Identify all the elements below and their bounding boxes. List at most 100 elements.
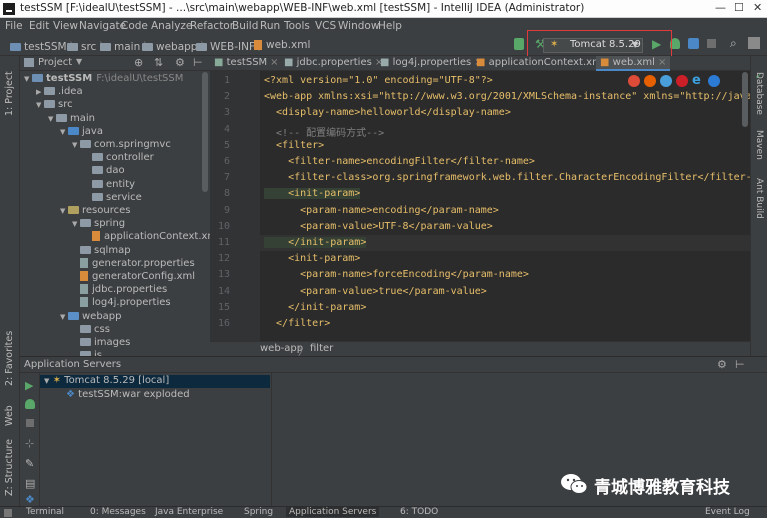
stop-icon[interactable] <box>26 419 34 427</box>
tool-tab-database[interactable]: Database <box>754 72 764 115</box>
gear-icon[interactable]: ⚙ <box>717 358 727 371</box>
debug-icon[interactable] <box>25 399 35 409</box>
tree-item-com-springmvc[interactable]: ▼ com.springmvc <box>72 139 171 152</box>
gear-icon[interactable]: ⚙ <box>175 56 185 69</box>
tree-item-applicationcontext-xml[interactable]: applicationContext.xml <box>84 231 220 244</box>
tree-item-testssm[interactable]: ▼ testSSM F:\idealU\testSSM <box>24 73 183 86</box>
ie-icon[interactable]: e <box>692 73 701 88</box>
safari-icon[interactable] <box>660 75 672 87</box>
tool-tab-ant-build[interactable]: Ant Build <box>754 178 764 219</box>
menu-build[interactable]: Build <box>232 20 258 32</box>
menu-code[interactable]: Code <box>121 20 148 32</box>
coverage-icon[interactable] <box>688 38 699 49</box>
tree-item--idea[interactable]: ▶ .idea <box>36 86 83 99</box>
tool-tab-web[interactable]: Web <box>4 405 15 426</box>
close-tab-icon[interactable]: × <box>270 57 278 68</box>
deploy-icon[interactable]: ⊹ <box>25 437 34 450</box>
tab-testssm[interactable]: ■ testSSM × <box>214 56 279 71</box>
tree-item-css[interactable]: css <box>72 324 110 337</box>
menu-run[interactable]: Run <box>260 20 280 32</box>
tree-item-entity[interactable]: entity <box>84 179 135 192</box>
tool-button-spring[interactable]: Spring <box>244 507 273 517</box>
tool-tab-project[interactable]: 1: Project <box>4 71 15 116</box>
edit-icon[interactable]: ✎ <box>25 457 34 470</box>
tree-item-images[interactable]: images <box>72 337 130 350</box>
tree-item-jdbc-properties[interactable]: jdbc.properties <box>72 284 167 297</box>
chevron-down-icon[interactable]: ▼ <box>76 57 82 66</box>
menu-view[interactable]: View <box>53 20 78 32</box>
chevron-down-icon[interactable]: ▼ <box>72 141 80 149</box>
chevron-down-icon[interactable]: ▼ <box>36 101 44 109</box>
stop-icon[interactable] <box>707 39 716 48</box>
tree-item-generator-properties[interactable]: generator.properties <box>72 257 195 271</box>
tree-item-webapp[interactable]: ▼ webapp <box>60 311 122 324</box>
hide-panel-icon[interactable]: ⊢ <box>735 358 745 371</box>
menu-window[interactable]: Window <box>338 20 379 32</box>
collapse-all-icon[interactable]: ⇅ <box>154 56 163 69</box>
tool-button-java-enterprise[interactable]: Java Enterprise <box>155 507 223 517</box>
project-structure-icon[interactable] <box>748 37 760 49</box>
firefox-icon[interactable] <box>644 75 656 87</box>
tree-item-src[interactable]: ▼ src <box>36 99 73 112</box>
tool-tab-structure[interactable]: Z: Structure <box>4 439 15 496</box>
menu-analyze[interactable]: Analyze <box>151 20 192 32</box>
tool-button-messages[interactable]: 0: Messages <box>90 507 146 517</box>
build-icon[interactable] <box>514 38 524 50</box>
close-icon[interactable]: ✕ <box>753 1 762 14</box>
tree-item-controller[interactable]: controller <box>84 152 154 165</box>
menu-tools[interactable]: Tools <box>284 20 310 32</box>
code-breadcrumb-web-app[interactable]: web-app <box>260 343 303 354</box>
project-view-selector[interactable]: Project <box>38 57 72 68</box>
chevron-down-icon[interactable]: ▼ <box>60 207 68 215</box>
chrome-icon[interactable] <box>628 75 640 87</box>
minimize-icon[interactable]: — <box>715 1 726 14</box>
tree-item-java[interactable]: ▼ java <box>60 126 103 139</box>
layout-icon[interactable]: ▤ <box>25 477 35 490</box>
tree-item-resources[interactable]: ▼ resources <box>60 205 130 218</box>
edge-icon[interactable] <box>708 75 720 87</box>
tool-tab-maven[interactable]: Maven <box>754 130 764 160</box>
tree-scrollbar[interactable] <box>202 72 208 192</box>
tool-button-application-servers[interactable]: Application Servers <box>286 507 380 517</box>
menu-help[interactable]: Help <box>378 20 402 32</box>
menu-file[interactable]: File <box>5 20 23 32</box>
menu-vcs[interactable]: VCS <box>315 20 336 32</box>
tree-item-spring[interactable]: ▼ spring <box>72 218 125 231</box>
tool-button-terminal[interactable]: Terminal <box>26 507 64 517</box>
maximize-icon[interactable]: ☐ <box>734 1 744 14</box>
tab-applicationcontext-xml[interactable]: ■ applicationContext.xml× <box>476 56 616 71</box>
breadcrumb-web-xml[interactable]: web.xml <box>254 39 310 51</box>
hide-panel-icon[interactable]: ⊢ <box>193 56 203 69</box>
scroll-from-source-icon[interactable]: ⊕ <box>134 56 143 69</box>
tool-button-todo[interactable]: 6: TODO <box>400 507 438 517</box>
chevron-down-icon[interactable]: ▼ <box>60 313 68 321</box>
close-tab-icon[interactable]: × <box>658 57 666 68</box>
menu-edit[interactable]: Edit <box>29 20 49 32</box>
menu-refactor[interactable]: Refactor <box>190 20 234 32</box>
server-item-artifact[interactable]: ❖ testSSM:war exploded <box>40 389 190 402</box>
tab-log4j-properties[interactable]: ■ log4j.properties × <box>380 56 483 71</box>
tree-item-main[interactable]: ▼ main <box>48 113 95 126</box>
tool-button-event-log[interactable]: Event Log <box>705 507 750 517</box>
opera-icon[interactable] <box>676 75 688 87</box>
tree-item-service[interactable]: service <box>84 192 142 205</box>
menu-navigate[interactable]: Navigate <box>79 20 126 32</box>
tool-tab-favorites[interactable]: 2: Favorites <box>4 331 15 386</box>
server-item-tomcat[interactable]: ▼ ✶ Tomcat 8.5.29 [local] <box>40 375 270 388</box>
chevron-down-icon[interactable]: ▼ <box>60 128 68 136</box>
chevron-right-icon[interactable]: ▶ <box>36 88 44 96</box>
tree-item-dao[interactable]: dao <box>84 165 125 178</box>
tab-jdbc-properties[interactable]: ■ jdbc.properties × <box>284 56 383 71</box>
code-breadcrumb-filter[interactable]: filter <box>310 343 333 354</box>
chevron-down-icon[interactable]: ▼ <box>72 220 80 228</box>
run-icon[interactable]: ▶ <box>25 379 33 392</box>
editor-scrollbar[interactable] <box>742 72 748 127</box>
tree-item-generatorconfig-xml[interactable]: generatorConfig.xml <box>72 271 195 284</box>
artifact-icon[interactable]: ❖ <box>25 493 35 506</box>
chevron-down-icon[interactable]: ▼ <box>48 115 56 123</box>
search-icon[interactable]: ⌕ <box>730 36 737 51</box>
tree-item-log4j-properties[interactable]: log4j.properties <box>72 297 171 310</box>
tree-item-sqlmap[interactable]: sqlmap <box>72 245 131 258</box>
chevron-down-icon[interactable]: ▼ <box>24 75 32 83</box>
tab-web-xml[interactable]: ■ web.xml × <box>596 56 671 71</box>
